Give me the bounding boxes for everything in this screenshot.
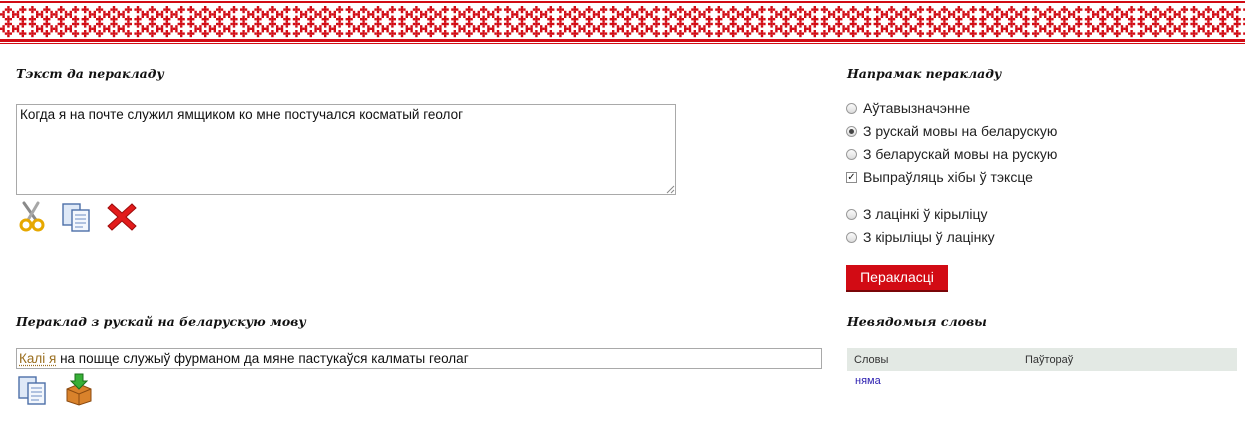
option-ru-to-be[interactable]: З рускай мовы на беларускую: [846, 122, 1057, 140]
radio-autodetect[interactable]: [846, 102, 857, 114]
download-icon[interactable]: [62, 372, 96, 406]
result-heading: Пераклад з рускай на беларускую мову: [16, 314, 306, 329]
radio-cyrillic-to-latin[interactable]: [846, 231, 857, 243]
option-cyrillic-to-latin[interactable]: З кірыліцы ў лацінку: [846, 228, 995, 246]
flagged-word[interactable]: Калі я: [19, 351, 56, 366]
scissors-icon[interactable]: [16, 200, 50, 234]
direction-heading: Напрамак перакладу: [847, 66, 1002, 81]
resize-grip-icon[interactable]: [665, 184, 675, 194]
column-words: Словы: [854, 354, 889, 366]
option-spellcheck[interactable]: ✓ Выпраўляць хібы ў тэксце: [846, 168, 1033, 186]
option-autodetect[interactable]: Аўтавызначэнне: [846, 99, 970, 117]
radio-ru-to-be[interactable]: [846, 125, 857, 137]
radio-latin-to-cyrillic[interactable]: [846, 208, 857, 220]
checkbox-spellcheck[interactable]: ✓: [846, 171, 857, 183]
option-be-to-ru[interactable]: З беларускай мовы на рускую: [846, 145, 1057, 163]
unknown-words-table: Словы Паўтораў няма: [847, 348, 1237, 389]
unknown-words-heading: Невядомыя словы: [847, 314, 987, 329]
option-label: З кірыліцы ў лацінку: [863, 229, 995, 245]
source-textarea[interactable]: Когда я на почте служил ямщиком ко мне п…: [16, 104, 676, 195]
option-label: З рускай мовы на беларускую: [863, 123, 1058, 139]
copy-icon[interactable]: [60, 200, 94, 234]
option-label: З беларускай мовы на рускую: [863, 146, 1058, 162]
translation-output[interactable]: Калі я на пошце служыў фурманом да мяне …: [16, 348, 822, 369]
delete-icon[interactable]: [105, 200, 139, 234]
column-repeats: Паўтораў: [1025, 354, 1074, 366]
source-heading: Тэкст да перакладу: [16, 66, 164, 81]
radio-be-to-ru[interactable]: [846, 148, 857, 160]
table-row: няма: [847, 371, 1237, 389]
ornament-banner: [0, 0, 1245, 46]
option-latin-to-cyrillic[interactable]: З лацінкі ў кірыліцу: [846, 205, 988, 223]
option-label: Выпраўляць хібы ў тэксце: [863, 169, 1033, 185]
option-label: З лацінкі ў кірыліцу: [863, 206, 988, 222]
option-label: Аўтавызначэнне: [863, 100, 971, 116]
empty-link[interactable]: няма: [855, 375, 881, 387]
translate-button[interactable]: Перакласці: [846, 265, 948, 292]
copy-result-icon[interactable]: [16, 373, 50, 407]
translation-text: на пошце служыў фурманом да мяне пастука…: [56, 351, 469, 366]
table-header: Словы Паўтораў: [847, 348, 1237, 371]
